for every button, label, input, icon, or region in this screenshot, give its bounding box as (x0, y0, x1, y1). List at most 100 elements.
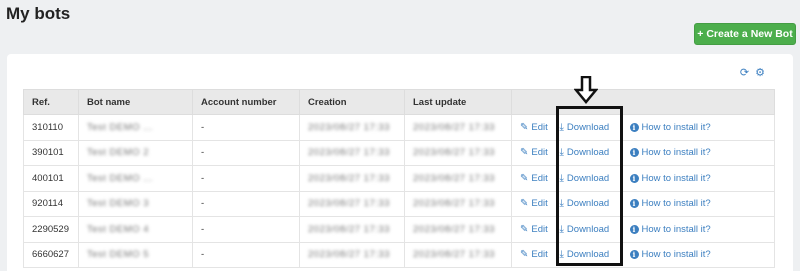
bot-name-value: Test DEMO ... (87, 172, 153, 184)
cell-download: ⤓ Download (551, 139, 622, 166)
cell-account-number: - (192, 139, 300, 166)
cell-ref: 2290529 (23, 216, 79, 243)
last-update-value: 2023/08/27 17:33 (413, 198, 495, 210)
bot-name-value: Test DEMO 2 (87, 147, 149, 159)
last-update-value: 2023/08/27 17:33 (413, 249, 495, 261)
cell-download: ⤓ Download (551, 241, 622, 268)
how-to-install-link[interactable]: i How to install it? (629, 249, 711, 261)
edit-link[interactable]: ✎ Edit (520, 198, 548, 209)
how-to-install-link[interactable]: i How to install it? (629, 224, 711, 235)
how-to-install-link[interactable]: i How to install it? (629, 198, 711, 209)
table-row: 390101 Test DEMO 2 - 2023/08/27 17:33 20… (23, 139, 776, 166)
last-update-value: 2023/08/27 17:33 (413, 147, 495, 159)
download-link[interactable]: ⤓ Download (560, 249, 610, 260)
how-to-install-link[interactable]: i How to install it? (629, 147, 711, 159)
download-link[interactable]: ⤓ Download (560, 122, 610, 133)
table-row: 2290529 Test DEMO 4 - 2023/08/27 17:33 2… (23, 216, 776, 243)
bots-table: Ref. Bot name Account number Creation La… (23, 89, 776, 268)
bot-name-value: Test DEMO 3 (87, 198, 149, 210)
download-link[interactable]: ⤓ Download (560, 198, 610, 209)
edit-link[interactable]: ✎ Edit (520, 173, 548, 184)
table-row: 920114 Test DEMO 3 - 2023/08/27 17:33 20… (23, 190, 776, 217)
download-icon: ⤓ (559, 121, 564, 133)
download-link[interactable]: ⤓ Download (560, 147, 610, 158)
download-icon: ⤓ (559, 249, 564, 261)
how-to-install-link[interactable]: i How to install it? (629, 172, 711, 184)
cell-edit: ✎ Edit (511, 114, 552, 141)
edit-label: Edit (531, 121, 548, 133)
cell-install: i How to install it? (621, 165, 776, 192)
edit-link[interactable]: ✎ Edit (520, 122, 548, 133)
cell-creation: 2023/08/27 17:33 (299, 216, 405, 243)
create-new-bot-button[interactable]: + Create a New Bot (694, 23, 796, 45)
download-icon: ⤓ (559, 147, 564, 159)
download-link[interactable]: ⤓ Download (560, 173, 610, 184)
edit-link[interactable]: ✎ Edit (520, 249, 548, 260)
edit-icon: ✎ (520, 249, 529, 261)
table-row: 310110 Test DEMO ... - 2023/08/27 17:33 … (23, 114, 776, 141)
download-label: Download (566, 121, 610, 133)
cell-ref: 310110 (23, 114, 79, 141)
cell-last-update: 2023/08/27 17:33 (404, 216, 512, 243)
edit-label: Edit (531, 249, 548, 261)
edit-label: Edit (531, 172, 548, 184)
header-bot-name: Bot name (78, 89, 193, 115)
cell-ref: 6660627 (23, 241, 79, 268)
edit-link[interactable]: ✎ Edit (520, 224, 548, 235)
cell-edit: ✎ Edit (511, 241, 552, 268)
edit-icon: ✎ (520, 172, 529, 184)
cell-last-update: 2023/08/27 17:33 (404, 241, 512, 268)
refresh-icon[interactable]: ⟳ (740, 66, 749, 79)
info-icon: i (629, 173, 639, 183)
cell-bot-name: Test DEMO ... (78, 165, 193, 192)
cell-install: i How to install it? (621, 241, 776, 268)
cell-bot-name: Test DEMO 5 (78, 241, 193, 268)
edit-icon: ✎ (520, 223, 529, 235)
cell-download: ⤓ Download (551, 165, 622, 192)
edit-label: Edit (531, 147, 548, 159)
edit-icon: ✎ (520, 198, 529, 210)
header-creation: Creation (299, 89, 405, 115)
cell-account-number: - (192, 216, 300, 243)
cell-last-update: 2023/08/27 17:33 (404, 139, 512, 166)
edit-icon: ✎ (520, 121, 529, 133)
cell-ref: 390101 (23, 139, 79, 166)
info-icon: i (629, 122, 639, 132)
cell-ref: 920114 (23, 190, 79, 217)
creation-value: 2023/08/27 17:33 (308, 172, 390, 184)
gear-icon[interactable]: ⚙ (755, 66, 765, 79)
cell-edit: ✎ Edit (511, 165, 552, 192)
header-last-update: Last update (404, 89, 512, 115)
page-title: My bots (6, 4, 71, 23)
download-icon: ⤓ (559, 198, 564, 210)
how-to-install-link[interactable]: i How to install it? (629, 122, 711, 133)
cell-bot-name: Test DEMO 2 (78, 139, 193, 166)
creation-value: 2023/08/27 17:33 (308, 121, 390, 133)
bot-name-value: Test DEMO 5 (87, 249, 149, 261)
how-to-install-label: How to install it? (641, 249, 711, 261)
creation-value: 2023/08/27 17:33 (308, 147, 390, 159)
info-icon: i (629, 250, 639, 260)
cell-install: i How to install it? (621, 139, 776, 166)
cell-creation: 2023/08/27 17:33 (299, 241, 405, 268)
edit-link[interactable]: ✎ Edit (520, 147, 548, 158)
creation-value: 2023/08/27 17:33 (308, 198, 390, 210)
info-icon: i (629, 224, 639, 234)
download-label: Download (566, 172, 610, 184)
download-icon: ⤓ (559, 172, 564, 184)
download-label: Download (566, 223, 610, 235)
cell-creation: 2023/08/27 17:33 (299, 190, 405, 217)
edit-label: Edit (531, 223, 548, 235)
header-actions (510, 89, 776, 115)
cell-download: ⤓ Download (551, 216, 622, 243)
how-to-install-label: How to install it? (641, 172, 711, 184)
cell-install: i How to install it? (621, 216, 776, 243)
cell-install: i How to install it? (621, 190, 776, 217)
table-header-row: Ref. Bot name Account number Creation La… (23, 89, 776, 115)
how-to-install-label: How to install it? (641, 147, 711, 159)
cell-edit: ✎ Edit (511, 139, 552, 166)
edit-label: Edit (531, 198, 548, 210)
download-label: Download (566, 147, 610, 159)
cell-edit: ✎ Edit (511, 216, 552, 243)
download-link[interactable]: ⤓ Download (560, 224, 610, 235)
